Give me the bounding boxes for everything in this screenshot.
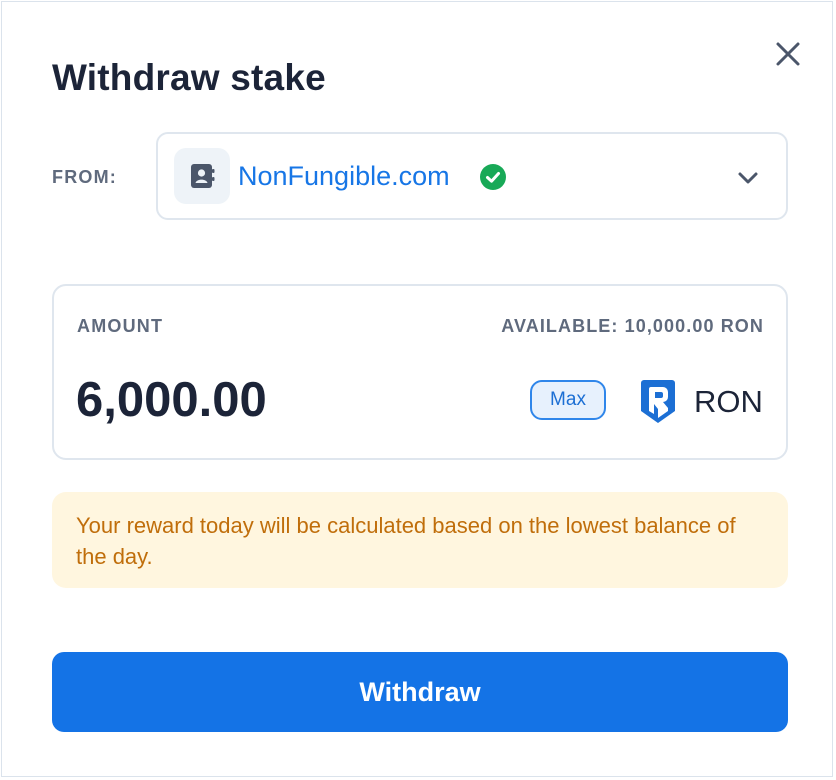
validator-select[interactable]: NonFungible.com (156, 132, 788, 220)
amount-panel: AMOUNT AVAILABLE: 10,000.00 RON Max RON (52, 284, 788, 460)
ronin-token-icon (641, 380, 675, 423)
chevron-down-icon (738, 172, 758, 184)
validator-name: NonFungible.com (238, 161, 450, 191)
from-label: FROM: (52, 167, 117, 187)
token-symbol: RON (694, 384, 763, 419)
available-balance: AVAILABLE: 10,000.00 RON (501, 316, 764, 336)
close-button[interactable] (772, 38, 804, 70)
verified-check-icon (480, 164, 506, 190)
reward-notice: Your reward today will be calculated bas… (52, 492, 788, 588)
contact-card-icon (191, 164, 215, 188)
close-icon (776, 42, 800, 66)
withdraw-button[interactable]: Withdraw (52, 652, 788, 732)
amount-label: AMOUNT (77, 316, 164, 336)
withdraw-stake-dialog: Withdraw stake FROM: NonFungible.com AMO… (1, 1, 833, 777)
dialog-title: Withdraw stake (52, 57, 326, 98)
max-button[interactable]: Max (530, 380, 606, 420)
validator-avatar (174, 148, 230, 204)
amount-input[interactable] (76, 372, 496, 428)
